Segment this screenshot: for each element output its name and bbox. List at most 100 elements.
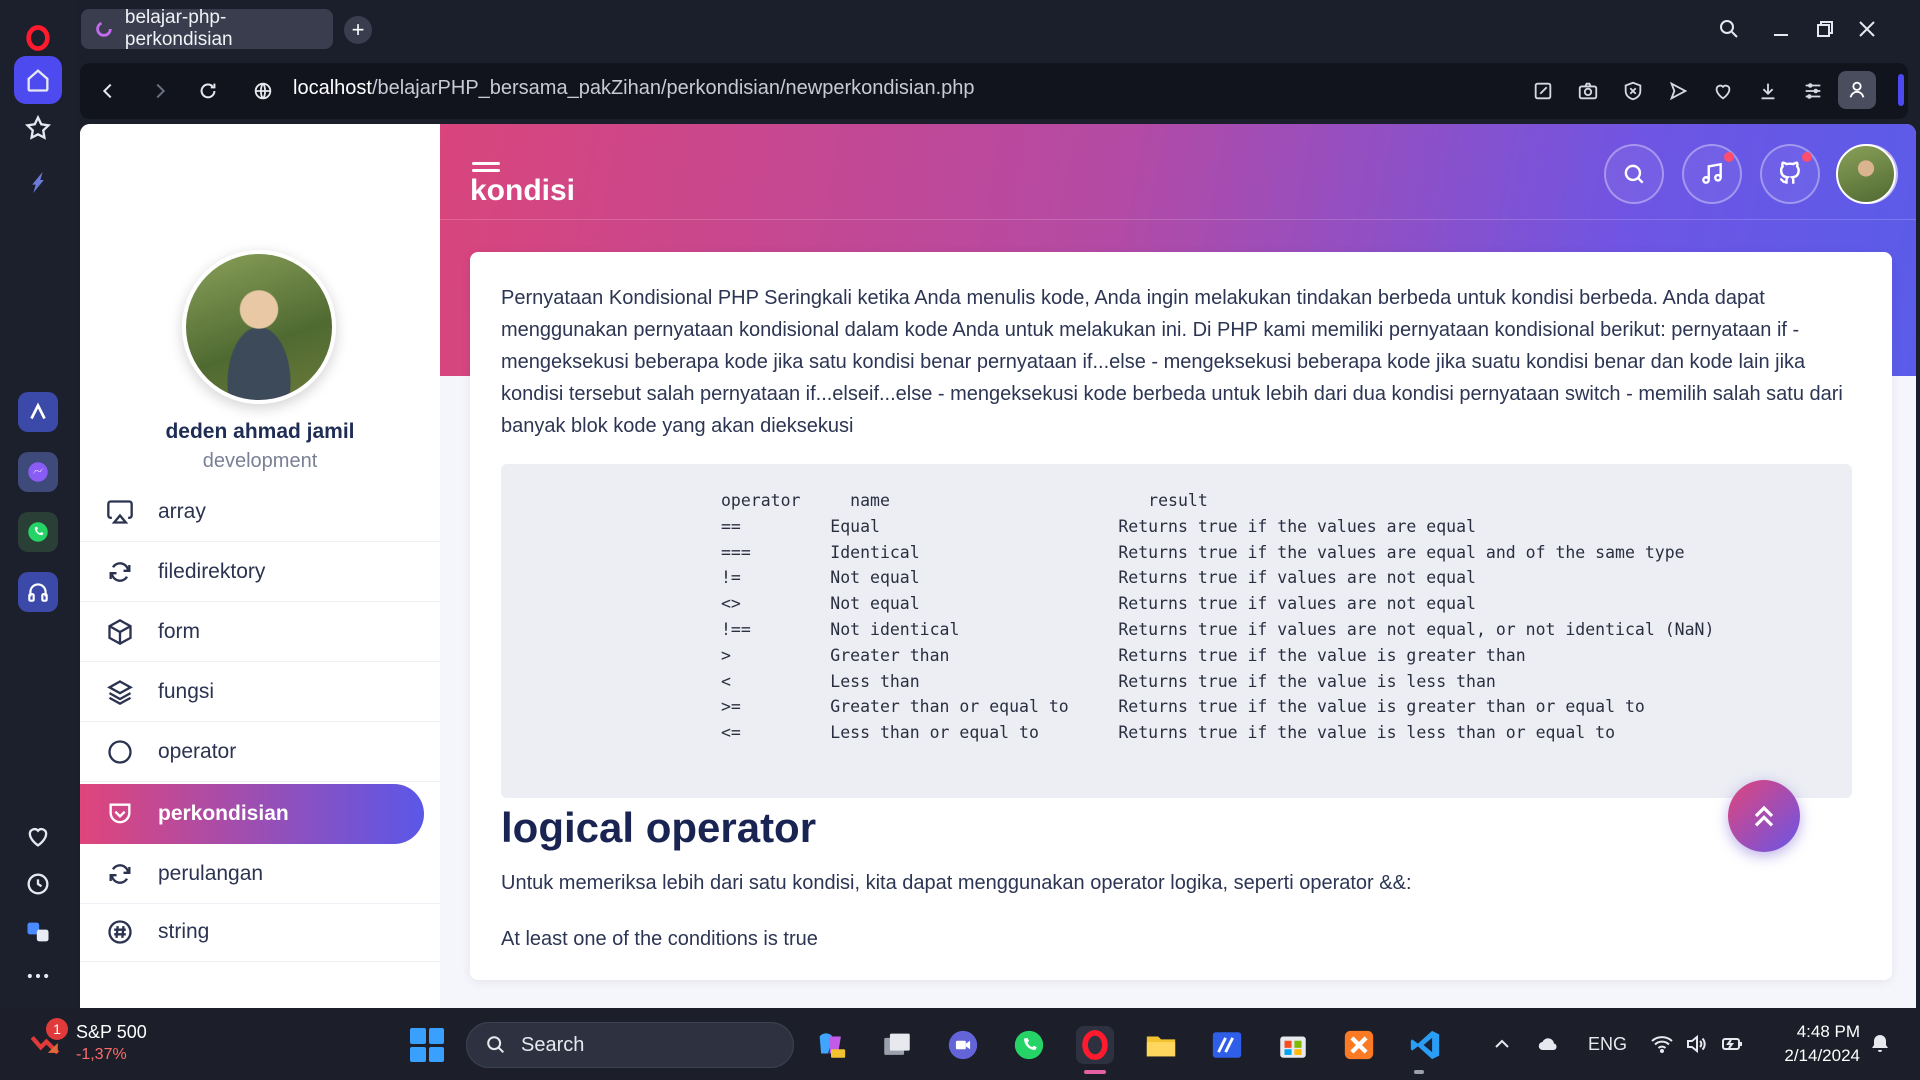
sidebar-item-label: form bbox=[158, 619, 200, 643]
forward-icon[interactable] bbox=[145, 76, 175, 106]
heart-icon[interactable] bbox=[14, 812, 62, 860]
active-app-indicator bbox=[1084, 1070, 1106, 1074]
vscode-icon[interactable] bbox=[1406, 1026, 1444, 1064]
avatar bbox=[182, 250, 336, 404]
notification-badge: 1 bbox=[46, 1018, 68, 1040]
shield-icon[interactable] bbox=[1619, 77, 1647, 105]
nav-sidebar: deden ahmad jamil development array file… bbox=[80, 124, 440, 1008]
sidebar-item-fungsi[interactable]: fungsi bbox=[80, 662, 440, 722]
home-icon[interactable] bbox=[14, 56, 62, 104]
sidebar-app-icon[interactable] bbox=[18, 392, 58, 432]
search-button[interactable] bbox=[1604, 144, 1664, 204]
chevrons-up-icon bbox=[1754, 805, 1774, 827]
address-bar: localhost/belajarPHP_bersama_pakZihan/pe… bbox=[80, 63, 1908, 119]
user-role: development bbox=[202, 450, 318, 472]
language-indicator[interactable]: ENG bbox=[1588, 1034, 1627, 1055]
close-icon[interactable] bbox=[1852, 14, 1882, 44]
notification-bell-icon[interactable] bbox=[1868, 1032, 1892, 1061]
loading-icon bbox=[96, 21, 112, 37]
wifi-icon[interactable] bbox=[1650, 1032, 1674, 1061]
restore-icon[interactable] bbox=[1810, 14, 1840, 44]
star-icon[interactable] bbox=[14, 104, 62, 152]
music-button[interactable] bbox=[1682, 144, 1742, 204]
search-icon bbox=[1624, 164, 1644, 184]
box-icon bbox=[108, 618, 132, 645]
hash-icon bbox=[108, 919, 132, 944]
vscode-insiders-icon[interactable] bbox=[1208, 1026, 1246, 1064]
history-icon[interactable] bbox=[14, 860, 62, 908]
opera-taskbar-icon[interactable] bbox=[1076, 1026, 1114, 1064]
back-icon[interactable] bbox=[93, 76, 123, 106]
scroll-top-button[interactable] bbox=[1728, 780, 1800, 852]
taskbar-search[interactable]: Search bbox=[466, 1022, 794, 1068]
aria-icon[interactable] bbox=[14, 156, 62, 204]
sidebar-toggle[interactable] bbox=[1898, 74, 1904, 106]
messenger-icon[interactable] bbox=[18, 452, 58, 492]
github-button[interactable] bbox=[1760, 144, 1820, 204]
camera-icon[interactable] bbox=[1574, 77, 1602, 105]
volume-icon[interactable] bbox=[1684, 1032, 1708, 1061]
teams-meet-icon[interactable] bbox=[944, 1026, 982, 1064]
github-icon bbox=[1779, 161, 1800, 184]
header-avatar[interactable] bbox=[1836, 144, 1896, 204]
sidebar-item-form[interactable]: form bbox=[80, 602, 440, 662]
send-icon[interactable] bbox=[1664, 77, 1692, 105]
code-block: operator name result == Equal Returns tr… bbox=[501, 464, 1852, 798]
sidebar-item-array[interactable]: array bbox=[80, 482, 440, 542]
copilot-icon[interactable] bbox=[812, 1026, 850, 1064]
whatsapp-icon[interactable] bbox=[18, 512, 58, 552]
url-field[interactable]: localhost/belajarPHP_bersama_pakZihan/pe… bbox=[293, 77, 975, 100]
ticker-value: -1,37% bbox=[76, 1046, 127, 1063]
microsoft-store-icon[interactable] bbox=[1274, 1026, 1312, 1064]
xampp-icon[interactable] bbox=[1340, 1026, 1378, 1064]
profile-icon[interactable] bbox=[1838, 71, 1876, 109]
sidebar-item-perulangan[interactable]: perulangan bbox=[80, 844, 440, 904]
file-explorer-icon[interactable] bbox=[1142, 1026, 1180, 1064]
sidebar-item-label: fungsi bbox=[158, 679, 215, 703]
taskbar: 1 S&P 500 -1,37% Search ENG 4:48 PM 2/14… bbox=[0, 1008, 1920, 1080]
sidebar-item-label: filedirektory bbox=[158, 559, 266, 583]
sidebar-item-label: string bbox=[158, 919, 210, 943]
search-placeholder: Search bbox=[521, 1033, 585, 1056]
search-tabs-icon[interactable] bbox=[1714, 14, 1744, 44]
page-viewport: deden ahmad jamil development array file… bbox=[80, 124, 1916, 1008]
download-icon[interactable] bbox=[1754, 77, 1782, 105]
tab-bar: belajar-php-perkondisian + bbox=[76, 0, 1920, 60]
sidebar-item-label: operator bbox=[158, 739, 237, 763]
easy-setup-icon[interactable] bbox=[1799, 77, 1827, 105]
sidebar-item-string[interactable]: string bbox=[80, 902, 440, 962]
clock[interactable]: 4:48 PM 2/14/2024 bbox=[1770, 1020, 1860, 1068]
reload-icon[interactable] bbox=[193, 76, 223, 106]
globe-icon[interactable] bbox=[248, 76, 278, 106]
header-divider bbox=[440, 219, 1916, 220]
refresh-icon bbox=[109, 561, 131, 582]
user-name: deden ahmad jamil bbox=[165, 420, 355, 443]
page-title: kondisi bbox=[470, 174, 576, 207]
browser-tab[interactable]: belajar-php-perkondisian bbox=[81, 7, 333, 50]
music-player-icon[interactable] bbox=[18, 572, 58, 612]
windows-start-icon[interactable] bbox=[410, 1028, 444, 1062]
pocket-icon bbox=[109, 803, 131, 824]
running-app-indicator bbox=[1414, 1070, 1424, 1074]
notification-dot bbox=[1802, 152, 1812, 162]
whatsapp-icon[interactable] bbox=[1010, 1026, 1048, 1064]
sidebar-item-label: perulangan bbox=[158, 861, 264, 885]
sidebar-item-perkondisian[interactable]: perkondisian bbox=[80, 784, 424, 844]
edit-icon[interactable] bbox=[1529, 77, 1557, 105]
search-icon bbox=[487, 1036, 505, 1054]
translate-icon[interactable] bbox=[14, 908, 62, 956]
sidebar-item-operator[interactable]: operator bbox=[80, 722, 440, 782]
url-host: localhost bbox=[293, 77, 372, 99]
minimize-icon[interactable] bbox=[1766, 14, 1796, 44]
chevron-up-icon[interactable] bbox=[1490, 1032, 1514, 1061]
ticker-name[interactable]: S&P 500 bbox=[76, 1022, 147, 1043]
sidebar-item-filedirektory[interactable]: filedirektory bbox=[80, 542, 440, 602]
opera-sidebar bbox=[0, 0, 76, 1008]
more-icon[interactable] bbox=[14, 952, 62, 1000]
task-view-icon[interactable] bbox=[878, 1026, 916, 1064]
onedrive-icon[interactable] bbox=[1536, 1032, 1560, 1061]
opera-logo-icon[interactable] bbox=[14, 14, 62, 62]
new-tab-button[interactable]: + bbox=[344, 16, 372, 44]
heart-outline-icon[interactable] bbox=[1709, 77, 1737, 105]
battery-icon[interactable] bbox=[1720, 1032, 1744, 1061]
